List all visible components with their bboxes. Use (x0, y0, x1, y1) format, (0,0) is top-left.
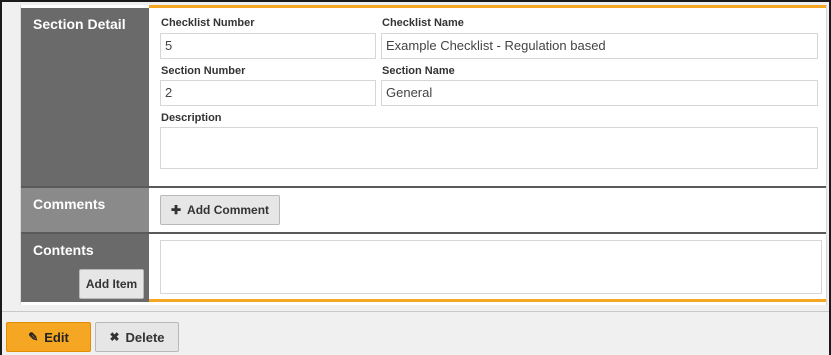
delete-label: Delete (125, 329, 165, 345)
edit-button[interactable]: ✎ Edit (6, 322, 91, 352)
add-comment-button[interactable]: ✚ Add Comment (160, 195, 280, 225)
section-number-label: Section Number (161, 65, 246, 77)
x-icon: ✖ (109, 330, 120, 344)
add-item-button[interactable]: Add Item (79, 269, 144, 299)
checklist-number-label: Checklist Number (161, 17, 255, 29)
section-number-field[interactable]: 2 (160, 80, 376, 106)
section-name-label: Section Name (382, 65, 455, 77)
edit-icon: ✎ (28, 330, 39, 344)
edit-label: Edit (44, 329, 69, 345)
description-label: Description (161, 112, 222, 124)
footer-toolbar: ✎ Edit ✖ Delete (2, 311, 829, 355)
bottom-accent-bar (149, 299, 826, 302)
section-panel: Section Detail Checklist Number 5 Checkl… (20, 5, 827, 305)
description-field[interactable] (160, 127, 818, 169)
section-name-field[interactable]: General (381, 80, 818, 106)
plus-icon: ✚ (170, 203, 182, 217)
contents-area (160, 240, 822, 294)
section-detail-label: Section Detail (21, 8, 149, 186)
checklist-number-field[interactable]: 5 (160, 33, 376, 59)
comments-label: Comments (21, 188, 149, 232)
checklist-name-field[interactable]: Example Checklist - Regulation based (381, 33, 818, 59)
checklist-name-label: Checklist Name (382, 17, 464, 29)
delete-button[interactable]: ✖ Delete (95, 322, 179, 352)
top-accent-bar (149, 5, 826, 8)
add-comment-label: Add Comment (187, 203, 270, 217)
